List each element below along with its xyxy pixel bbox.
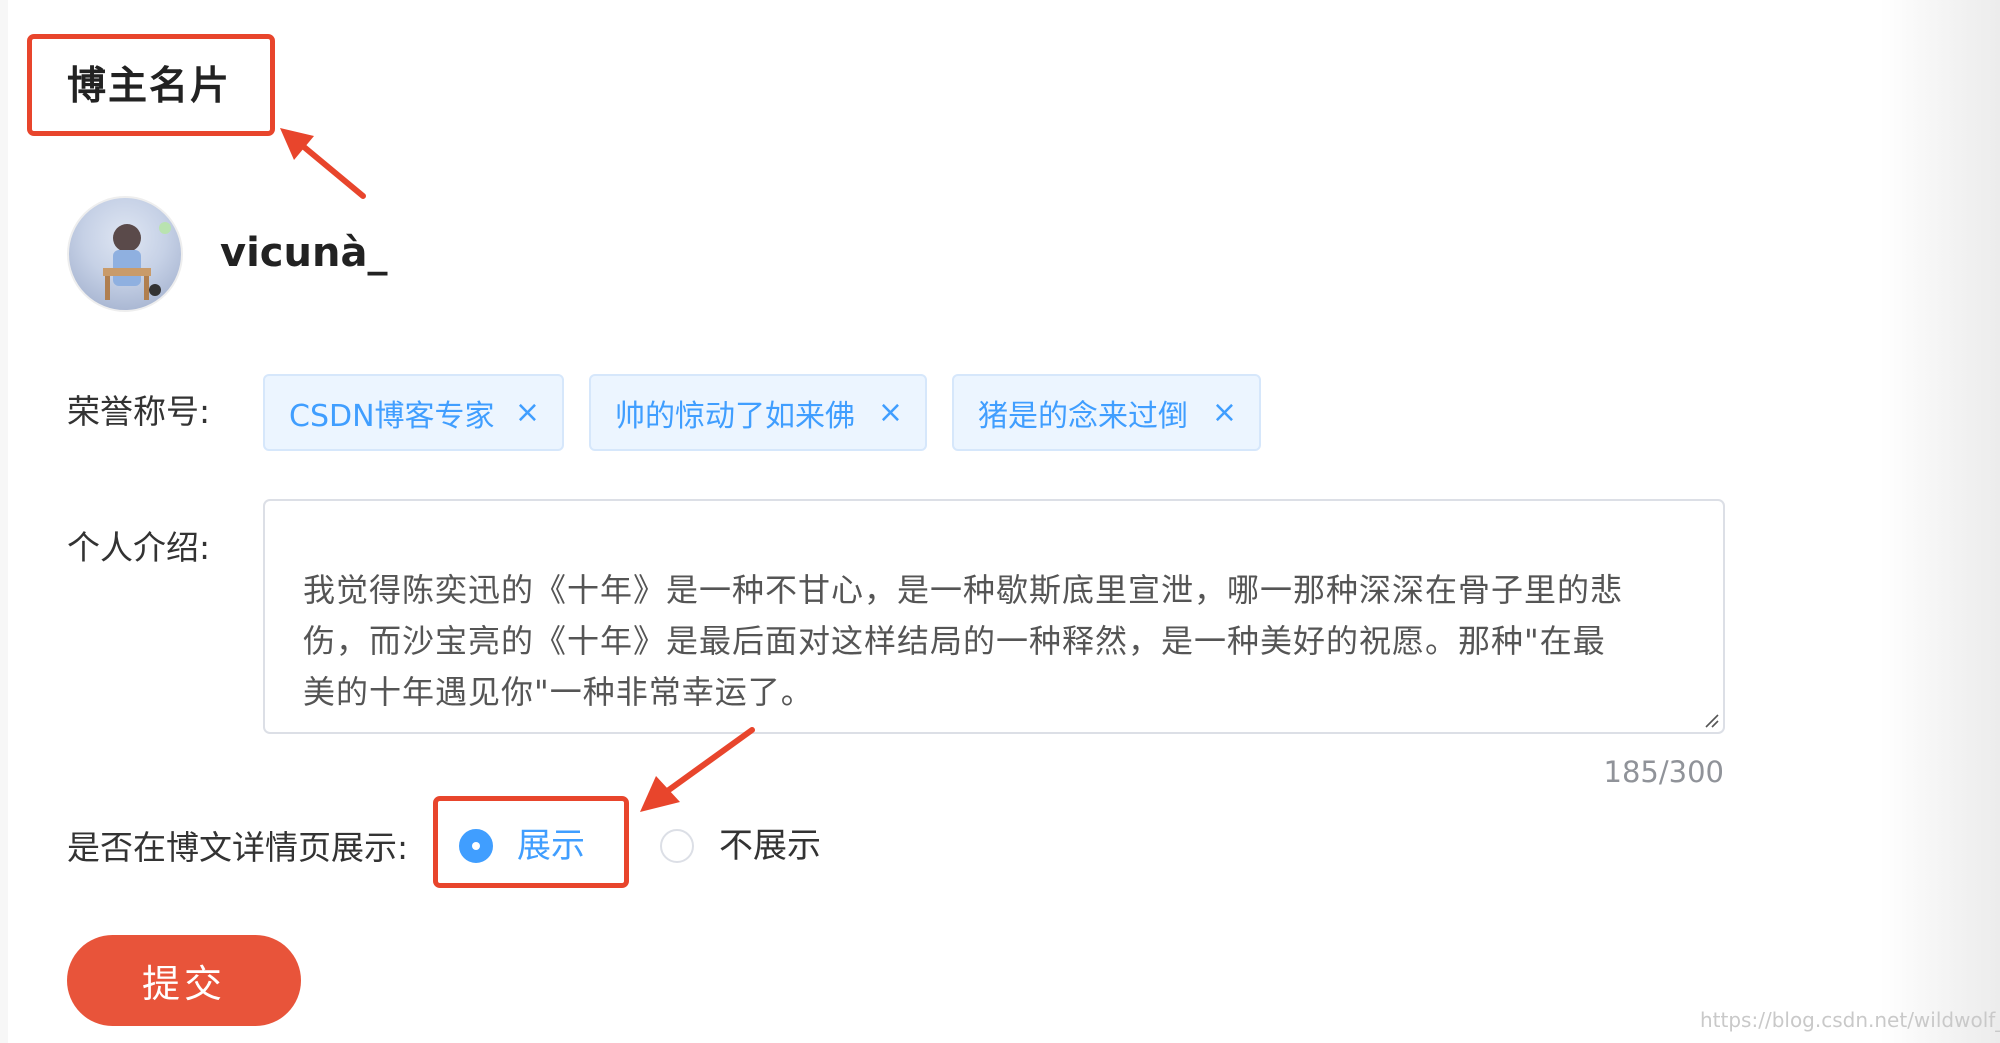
right-edge-shadow <box>1880 0 2000 1043</box>
annotation-arrow-heading <box>280 128 366 199</box>
submit-button[interactable]: 提交 <box>67 935 301 1026</box>
left-edge-shadow <box>0 0 8 1043</box>
honor-tag: 猪是的念来过倒 × <box>952 374 1261 451</box>
page-title: 博主名片 <box>67 64 232 109</box>
intro-textarea[interactable]: 我觉得陈奕迅的《十年》是一种不甘心，是一种歇斯底里宣泄，哪一那种深深在骨子里的悲… <box>263 499 1725 734</box>
tag-close-icon[interactable]: × <box>515 397 540 428</box>
annotation-arrow-radio <box>640 727 755 812</box>
watermark: https://blog.csdn.net/wildwolf_001 <box>1700 1008 2000 1032</box>
radio-hide-label[interactable]: 不展示 <box>719 824 821 868</box>
tag-close-icon[interactable]: × <box>1212 397 1237 428</box>
display-option-label: 是否在博文详情页展示: <box>67 828 409 867</box>
char-counter: 185/300 <box>1603 755 1724 789</box>
radio-hide-icon[interactable] <box>660 829 694 863</box>
honor-tag: 帅的惊动了如来佛 × <box>589 374 927 451</box>
resize-handle-icon[interactable] <box>1703 712 1719 728</box>
honor-label: 荣誉称号: <box>67 392 211 431</box>
honor-tag-label: 猪是的念来过倒 <box>978 398 1188 434</box>
username: vicunà_ <box>220 230 388 276</box>
tag-close-icon[interactable]: × <box>878 397 903 428</box>
radio-show-icon[interactable] <box>459 829 493 863</box>
intro-label: 个人介绍: <box>67 528 211 567</box>
avatar <box>67 196 183 312</box>
honor-tag: CSDN博客专家 × <box>263 374 564 451</box>
honor-tag-label: CSDN博客专家 <box>289 398 495 434</box>
avatar-illustration-icon <box>103 222 171 300</box>
honor-tag-label: 帅的惊动了如来佛 <box>615 398 855 434</box>
intro-text[interactable]: 我觉得陈奕迅的《十年》是一种不甘心，是一种歇斯底里宣泄，哪一那种深深在骨子里的悲… <box>303 565 1703 718</box>
radio-show-label[interactable]: 展示 <box>517 824 585 868</box>
